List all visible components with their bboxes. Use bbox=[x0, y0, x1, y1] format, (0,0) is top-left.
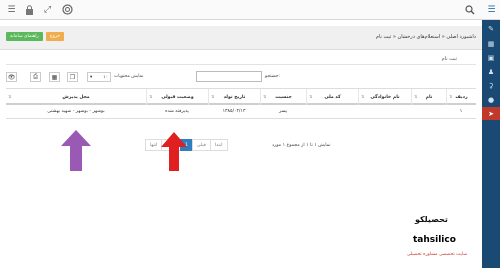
column-header[interactable]: ⇅ تاریخ تولد bbox=[208, 89, 260, 105]
cell-first-name bbox=[411, 105, 446, 118]
rail-lock-icon[interactable]: ● bbox=[482, 93, 500, 106]
hamburger-icon[interactable]: ☰ bbox=[484, 2, 499, 17]
page-size-label: نمایش محتویات bbox=[114, 74, 144, 79]
lock-icon[interactable] bbox=[22, 2, 37, 17]
sort-icon: ⇅ bbox=[309, 94, 313, 99]
column-header[interactable]: ⇅ نام خانوادگی bbox=[358, 89, 411, 105]
cell-acceptance-place: بوشهر - بوشهر - شهید بهشتی bbox=[47, 109, 105, 114]
column-header[interactable]: ⇅ نام bbox=[411, 89, 446, 105]
sort-icon: ⇅ bbox=[449, 94, 453, 99]
help-icon[interactable] bbox=[60, 2, 75, 17]
sort-icon: ⇅ bbox=[211, 94, 215, 99]
sort-icon: ⇅ bbox=[149, 94, 153, 99]
section-title: ثبت نام bbox=[441, 56, 457, 62]
watermark-logo: تحصیلکو tahsilico سایت تخصصی مشاوره تحصی… bbox=[405, 205, 485, 265]
page-size-select[interactable]: ▾ ۱۰ bbox=[87, 72, 111, 82]
sort-icon: ⇅ bbox=[361, 94, 365, 99]
cell-last-name bbox=[358, 105, 411, 118]
purple-arrow-annotation bbox=[61, 130, 91, 171]
breadcrumb: داشبورد اصلی « استعلام‌های درخشان « ثبت … bbox=[375, 34, 476, 40]
menu-icon[interactable]: ☰ bbox=[4, 2, 19, 17]
cell-national-id bbox=[306, 105, 358, 118]
chevron-down-icon: ▾ bbox=[90, 74, 93, 80]
rail-calendar-icon[interactable]: ▦ bbox=[482, 37, 500, 50]
print-icon[interactable]: ⎙ bbox=[30, 72, 41, 82]
page-prev-button[interactable]: قبلی bbox=[191, 139, 211, 151]
header-actions: راهنمای سامانه خروج bbox=[6, 32, 65, 41]
column-header[interactable]: ⇅ کد ملی bbox=[306, 89, 358, 105]
sort-icon: ⇅ bbox=[414, 94, 418, 99]
rail-key-icon[interactable]: ⚳ bbox=[482, 79, 500, 92]
rail-exit-icon[interactable]: ➤ bbox=[482, 107, 500, 120]
rail-monitor-icon[interactable]: ▣ bbox=[482, 51, 500, 64]
watermark-url: tahsilico bbox=[413, 235, 456, 245]
search-icon[interactable] bbox=[462, 2, 477, 17]
section-divider bbox=[6, 64, 476, 65]
exit-button[interactable]: خروج bbox=[45, 32, 65, 41]
sort-icon: ⇅ bbox=[8, 94, 12, 99]
table-toolbar: 👁 ⎙ ▦ ❐ ▾ ۱۰ نمایش محتویات جستجو: bbox=[6, 71, 476, 83]
cell-acceptance-status: پذیرفته شده bbox=[165, 109, 189, 114]
top-bar: ☰ ⤢ ☰ bbox=[0, 0, 500, 20]
registrations-table: ⇅ ردیف ⇅ نام ⇅ نام خانوادگی ⇅ کد ملی ⇅ جنسیت … bbox=[6, 88, 476, 119]
cell-birth-date: ۱۳۸۵/۰۲/۱۳ bbox=[222, 109, 246, 114]
watermark-tagline: سایت تخصصی مشاوره تحصیلی bbox=[407, 252, 467, 257]
search-input[interactable] bbox=[196, 71, 262, 82]
sort-icon: ⇅ bbox=[263, 94, 267, 99]
rail-notes-icon[interactable]: ✎ bbox=[482, 22, 500, 35]
pagination-info: نمایش ۱ تا ۱ از مجموع ۱ مورد bbox=[272, 143, 331, 148]
fullscreen-icon[interactable]: ⤢ bbox=[40, 2, 55, 17]
excel-icon[interactable]: ▦ bbox=[49, 72, 60, 82]
column-header[interactable]: ⇅ وضعیت قبولی bbox=[146, 89, 208, 105]
copy-icon[interactable]: ❐ bbox=[67, 72, 78, 82]
visibility-icon[interactable]: 👁 bbox=[6, 72, 17, 82]
page-header: راهنمای سامانه خروج داشبورد اصلی « استعل… bbox=[0, 26, 482, 50]
column-header[interactable]: ⇅ ردیف bbox=[446, 89, 476, 105]
column-header[interactable]: ⇅ جنسیت bbox=[260, 89, 306, 105]
red-arrow-annotation bbox=[161, 132, 187, 171]
guide-button[interactable]: راهنمای سامانه bbox=[6, 32, 43, 41]
rail-user-icon[interactable]: ♟ bbox=[482, 65, 500, 78]
column-header[interactable]: ⇅ محل پذیرش bbox=[6, 89, 146, 105]
page-first-button[interactable]: ابتدا bbox=[209, 139, 228, 151]
cell-row-number: ۱ bbox=[459, 109, 463, 114]
page-size-value: ۱۰ bbox=[103, 74, 108, 80]
watermark-brand: تحصیلکو bbox=[415, 215, 448, 224]
table-header: ⇅ ردیف ⇅ نام ⇅ نام خانوادگی ⇅ کد ملی ⇅ جنسیت … bbox=[6, 88, 476, 105]
table-row[interactable]: ۱ پسر ۱۳۸۵/۰۲/۱۳ پذیرفته شده بوشهر - بوش… bbox=[6, 105, 476, 119]
cell-gender: پسر bbox=[279, 109, 287, 114]
search-label: جستجو: bbox=[265, 74, 280, 79]
